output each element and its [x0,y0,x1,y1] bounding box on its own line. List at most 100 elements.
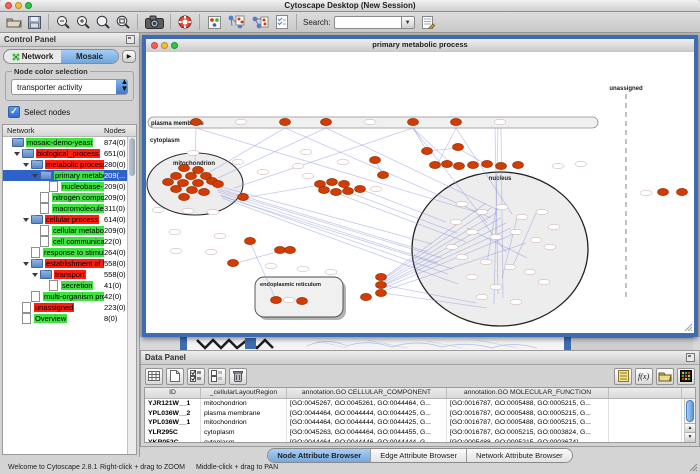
network-node-small[interactable] [300,149,312,154]
layout-a-icon[interactable] [224,13,248,31]
network-node-selected[interactable] [321,118,332,125]
network-node-small[interactable] [182,208,194,213]
network-node-small[interactable] [494,119,506,124]
network-node-small[interactable] [516,214,528,219]
select-attributes-icon[interactable] [187,368,205,385]
network-node-small[interactable] [205,249,217,254]
table-scrollbar-thumb[interactable] [686,400,694,422]
network-node-selected[interactable] [213,180,224,187]
search-settings-icon[interactable] [419,13,439,31]
table-row[interactable]: YJR121W__1mitochondrion[GO:0045267, GO:0… [145,399,695,409]
network-node-selected[interactable] [179,193,190,200]
network-node-selected[interactable] [376,281,387,288]
network-node-small[interactable] [265,263,277,268]
network-node-small[interactable] [524,269,536,274]
tab-edge-attribute-browser[interactable]: Edge Attribute Browser [371,449,467,462]
network-node-small[interactable] [490,234,502,239]
network-node-selected[interactable] [370,156,381,163]
network-canvas[interactable]: plasma membrane cytoplasm mitochondrion … [146,52,694,333]
network-node-small[interactable] [536,209,548,214]
network-node-selected[interactable] [361,293,372,300]
network-edge[interactable] [326,128,498,210]
attribute-matrix-icon[interactable] [677,368,695,385]
network-node-small[interactable] [640,190,652,195]
tree-row-cellular-process[interactable]: cellular process614(0) [3,214,128,225]
delete-attribute-icon[interactable] [229,368,247,385]
network-node-selected[interactable] [339,180,350,187]
table-column-header[interactable]: annotation.GO CELLULAR_COMPONENT [287,388,447,398]
network-node-small[interactable] [466,274,478,279]
network-node-selected[interactable] [376,289,387,296]
zoom-out-icon[interactable] [53,13,73,31]
network-node-small[interactable] [283,297,295,302]
tree-row-cell-communicat[interactable]: cell communicat22(0) [3,236,128,247]
network-node-small[interactable] [370,186,382,191]
table-scrollbar[interactable]: ▲ ▼ [684,399,695,442]
tree-expand-arrow-icon[interactable] [23,163,29,167]
network-node-small[interactable] [476,294,488,299]
tree-row-biological-process[interactable]: biological_process651(0) [3,148,128,159]
tree-expand-arrow-icon[interactable] [23,262,29,266]
layout-b-icon[interactable] [248,13,272,31]
network-node-small[interactable] [297,266,309,271]
network-edge[interactable] [243,185,320,198]
network-node-small[interactable] [504,264,516,269]
network-node-selected[interactable] [187,186,198,193]
network-node-selected[interactable] [238,193,249,200]
network-node-small[interactable] [302,173,314,178]
tree-expand-arrow-icon[interactable] [14,152,20,156]
network-node-selected[interactable] [331,188,342,195]
network-node-selected[interactable] [193,179,204,186]
tree-row-unassigned[interactable]: unassigned223(0) [3,302,128,313]
network-node-small[interactable] [480,259,492,264]
table-column-header[interactable] [609,388,682,398]
tree-row-multi-organism-pro[interactable]: multi-organism pro42(0) [3,291,128,302]
table-column-header[interactable]: annotation.GO MOLECULAR_FUNCTION [447,388,609,398]
network-node-small[interactable] [456,254,468,259]
tree-row-mosaic-demo-yeast[interactable]: mosaic-demo-yeast874(0) [3,137,128,148]
select-nodes-checkbox[interactable]: ✓ [8,106,20,118]
network-node-selected[interactable] [199,188,210,195]
network-node-selected[interactable] [408,118,419,125]
network-node-selected[interactable] [178,179,189,186]
network-node-selected[interactable] [163,178,174,185]
network-node-selected[interactable] [171,185,182,192]
network-node-selected[interactable] [191,118,202,125]
tree-scrollbar-thumb[interactable] [129,138,135,176]
tab-overflow-arrow-button[interactable]: ▶ [122,50,136,63]
snapshot-camera-icon[interactable] [142,13,166,31]
filter-icon[interactable] [272,13,292,31]
network-node-small[interactable] [232,159,244,164]
tab-mosaic[interactable]: Mosaic [61,50,118,63]
network-node-selected[interactable] [378,171,389,178]
network-node-selected[interactable] [658,188,669,195]
float-panel-icon[interactable] [126,35,135,44]
tree-row-response-to-stimulu[interactable]: response to stimulu264(0) [3,247,128,258]
network-node-small[interactable] [538,279,550,284]
tab-node-attribute-browser[interactable]: Node Attribute Browser [268,449,371,462]
network-node-selected[interactable] [280,118,291,125]
network-edge[interactable] [217,190,442,258]
network-edge[interactable] [218,192,438,263]
network-node-selected[interactable] [343,187,354,194]
save-session-icon[interactable] [24,13,44,31]
table-row[interactable]: YKR052Ccytoplasm[GO:0044464, GO:0044446,… [145,438,695,443]
tree-row-overview[interactable]: Overview8(0) [3,313,128,324]
network-node-selected[interactable] [297,297,308,304]
unselect-attributes-icon[interactable] [208,368,226,385]
table-row[interactable]: YPL036W__2plasma membrane[GO:0044464, GO… [145,409,695,419]
network-node-small[interactable] [530,237,542,242]
data-panel-float-icon[interactable] [686,353,695,362]
table-row[interactable]: YLR295Ccytoplasm[GO:0045263, GO:0044464,… [145,428,695,438]
open-file-icon[interactable] [4,13,24,31]
network-node-selected[interactable] [442,160,453,167]
network-node-small[interactable] [152,207,164,212]
network-node-small[interactable] [510,299,522,304]
network-node-selected[interactable] [186,172,197,179]
network-node-selected[interactable] [285,246,296,253]
network-node-small[interactable] [337,159,349,164]
network-node-small[interactable] [466,229,478,234]
resize-grip-icon[interactable] [684,323,693,332]
network-node-small[interactable] [292,163,304,168]
network-node-selected[interactable] [482,160,493,167]
